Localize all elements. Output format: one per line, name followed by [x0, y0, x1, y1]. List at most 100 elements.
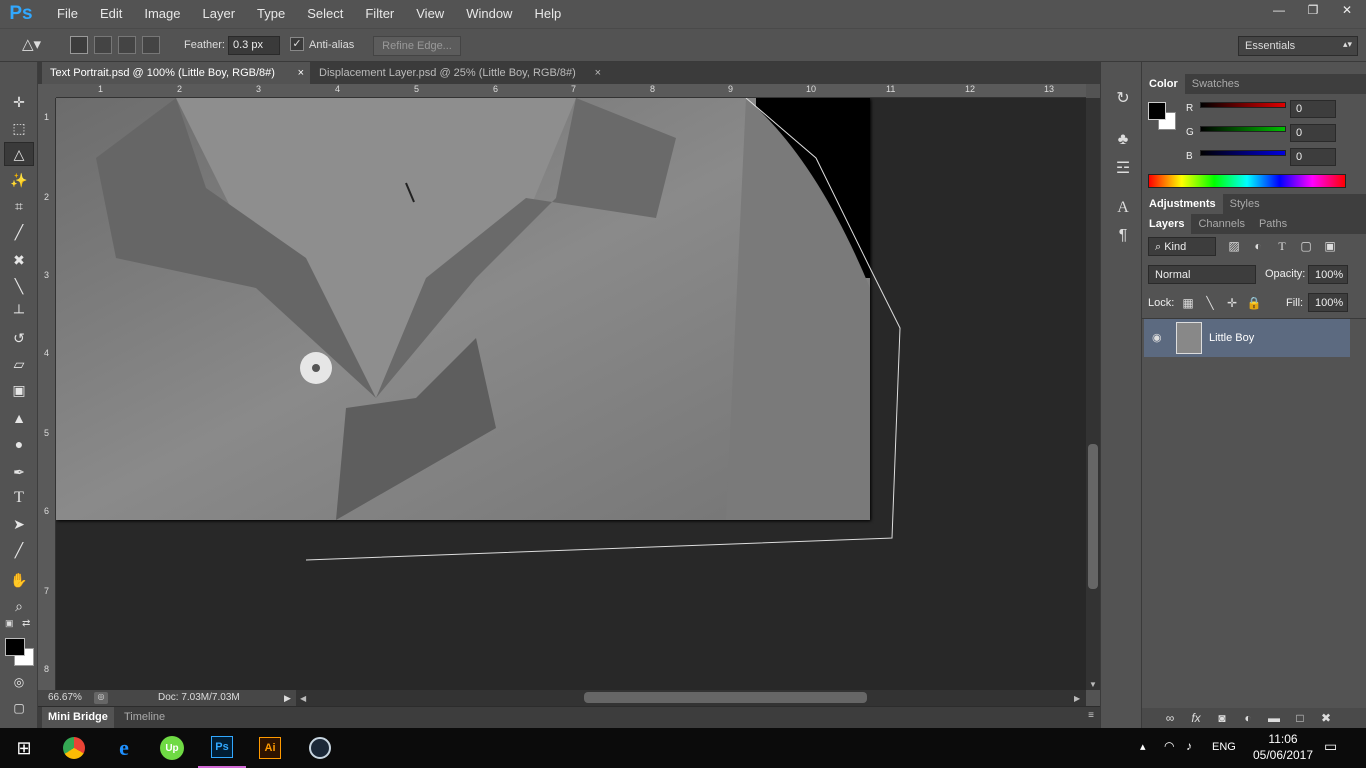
screen-mode-icon[interactable]: ▢ [4, 696, 34, 720]
photoshop-icon[interactable]: Ps [198, 728, 246, 768]
hand-tool-icon[interactable]: ✋ [4, 568, 34, 592]
add-mask-icon[interactable]: ◙ [1214, 710, 1230, 726]
vertical-scroll-thumb[interactable] [1088, 444, 1098, 589]
tab-displacement-layer[interactable]: Displacement Layer.psd @ 25% (Little Boy… [311, 62, 607, 84]
tab-adjustments[interactable]: Adjustments [1142, 194, 1223, 214]
eye-icon[interactable]: ◉ [1152, 331, 1162, 344]
brush-presets-icon[interactable]: ♣ [1111, 128, 1135, 152]
quick-mask-icon[interactable]: ◎ [4, 670, 34, 694]
polygonal-lasso-preset-icon[interactable]: △▾ [22, 35, 41, 53]
filter-adjustment-icon[interactable]: ◐ [1250, 238, 1266, 254]
menu-type[interactable]: Type [246, 0, 296, 28]
default-colors-icon[interactable]: ▣ [5, 618, 14, 629]
swap-colors-icon[interactable]: ⇄ [22, 618, 30, 629]
brush-settings-icon[interactable]: ☲ [1111, 156, 1135, 180]
clock[interactable]: 11:06 05/06/2017 [1248, 731, 1318, 763]
brush-tool-icon[interactable]: ╲ [4, 274, 34, 298]
horizontal-scroll-thumb[interactable] [584, 692, 867, 703]
lock-image-icon[interactable]: ╲ [1202, 295, 1218, 311]
layer-style-icon[interactable]: fx [1188, 710, 1204, 726]
windows-start-icon[interactable]: ⊞ [0, 728, 48, 768]
scroll-left-icon[interactable]: ◀ [300, 694, 306, 703]
menu-window[interactable]: Window [455, 0, 523, 28]
lock-all-icon[interactable]: 🔒 [1246, 295, 1262, 311]
color-spectrum-ramp[interactable] [1148, 174, 1346, 188]
line-tool-icon[interactable]: ╱ [4, 538, 34, 562]
marquee-tool-icon[interactable]: ⬚ [4, 116, 34, 140]
tab-styles[interactable]: Styles [1223, 194, 1267, 214]
tab-layers[interactable]: Layers [1142, 214, 1192, 234]
delete-layer-icon[interactable]: ✖ [1318, 710, 1334, 726]
layer-row-little-boy[interactable]: ◉ Little Boy [1144, 319, 1350, 357]
menu-file[interactable]: File [46, 0, 89, 28]
tab-text-portrait[interactable]: Text Portrait.psd @ 100% (Little Boy, RG… [42, 62, 310, 84]
path-selection-tool-icon[interactable]: ➤ [4, 512, 34, 536]
menu-edit[interactable]: Edit [89, 0, 133, 28]
blur-tool-icon[interactable]: ▲ [4, 406, 34, 430]
new-group-icon[interactable]: ▬ [1266, 710, 1282, 726]
history-brush-tool-icon[interactable]: ↺ [4, 326, 34, 350]
layer-name[interactable]: Little Boy [1209, 332, 1254, 344]
type-tool-icon[interactable]: T [4, 486, 34, 510]
move-tool-icon[interactable]: ✛ [4, 90, 34, 114]
healing-brush-tool-icon[interactable]: ✖ [4, 248, 34, 272]
crop-tool-icon[interactable]: ⌗ [4, 194, 34, 218]
link-layers-icon[interactable]: ∞ [1162, 710, 1178, 726]
volume-icon[interactable]: ♪ [1186, 739, 1192, 753]
panel-menu-icon[interactable]: ≡ [1088, 710, 1094, 721]
steam-icon[interactable] [296, 728, 344, 768]
tab-paths[interactable]: Paths [1252, 214, 1294, 234]
red-slider[interactable] [1200, 102, 1286, 108]
menu-layer[interactable]: Layer [192, 0, 247, 28]
minimize-icon[interactable]: ― [1264, 0, 1294, 20]
new-selection-icon[interactable] [70, 36, 88, 54]
menu-select[interactable]: Select [296, 0, 354, 28]
feather-input[interactable]: 0.3 px [228, 36, 280, 55]
refine-edge-button[interactable]: Refine Edge... [373, 36, 461, 56]
status-menu-icon[interactable]: ▶ [284, 693, 291, 704]
zoom-tool-icon[interactable]: ⌕ [4, 594, 34, 618]
antialias-checkbox[interactable]: ✓ [290, 37, 304, 51]
foreground-color-chip[interactable] [1148, 102, 1166, 120]
edge-icon[interactable]: e [100, 728, 148, 768]
network-icon[interactable]: ◠ [1164, 739, 1174, 753]
blend-mode-select[interactable]: Normal [1148, 265, 1256, 284]
polygonal-lasso-tool-icon[interactable]: △ [4, 142, 34, 166]
close-tab-icon[interactable]: × [595, 62, 601, 84]
add-selection-icon[interactable] [94, 36, 112, 54]
paint-bucket-tool-icon[interactable]: ▣ [4, 378, 34, 402]
filter-smart-object-icon[interactable]: ▣ [1322, 238, 1338, 254]
eyedropper-tool-icon[interactable]: ╱ [4, 220, 34, 244]
blue-slider[interactable] [1200, 150, 1286, 156]
green-slider[interactable] [1200, 126, 1286, 132]
subtract-selection-icon[interactable] [118, 36, 136, 54]
workspace-select[interactable]: Essentials ▴▾ [1238, 36, 1358, 56]
new-layer-icon[interactable]: □ [1292, 710, 1308, 726]
fill-input[interactable]: 100% [1308, 293, 1348, 312]
paragraph-icon[interactable]: ¶ [1111, 224, 1135, 248]
menu-help[interactable]: Help [523, 0, 572, 28]
tab-channels[interactable]: Channels [1191, 214, 1251, 234]
canvas-area[interactable] [56, 98, 1086, 690]
menu-image[interactable]: Image [133, 0, 191, 28]
status-info-icon[interactable]: ◎ [94, 692, 108, 704]
layer-filter-kind[interactable]: ⌕ Kind [1148, 237, 1216, 256]
tab-color[interactable]: Color [1142, 74, 1185, 94]
intersect-selection-icon[interactable] [142, 36, 160, 54]
tab-swatches[interactable]: Swatches [1185, 74, 1247, 94]
eraser-tool-icon[interactable]: ▱ [4, 352, 34, 376]
filter-pixel-icon[interactable]: ▨ [1226, 238, 1242, 254]
dodge-tool-icon[interactable]: ● [4, 432, 34, 456]
vertical-scrollbar[interactable] [1086, 98, 1100, 690]
illustrator-icon[interactable]: Ai [246, 728, 294, 768]
blue-value[interactable]: 0 [1290, 148, 1336, 166]
restore-icon[interactable]: ❐ [1298, 0, 1328, 20]
tab-mini-bridge[interactable]: Mini Bridge [42, 707, 114, 728]
pen-tool-icon[interactable]: ✒ [4, 460, 34, 484]
chrome-icon[interactable] [50, 728, 98, 768]
character-icon[interactable]: A [1111, 196, 1135, 220]
notifications-icon[interactable]: ▭ [1324, 738, 1337, 755]
green-value[interactable]: 0 [1290, 124, 1336, 142]
zoom-level[interactable]: 66.67% [48, 692, 82, 703]
show-hidden-icons-icon[interactable]: ▴ [1140, 740, 1146, 753]
